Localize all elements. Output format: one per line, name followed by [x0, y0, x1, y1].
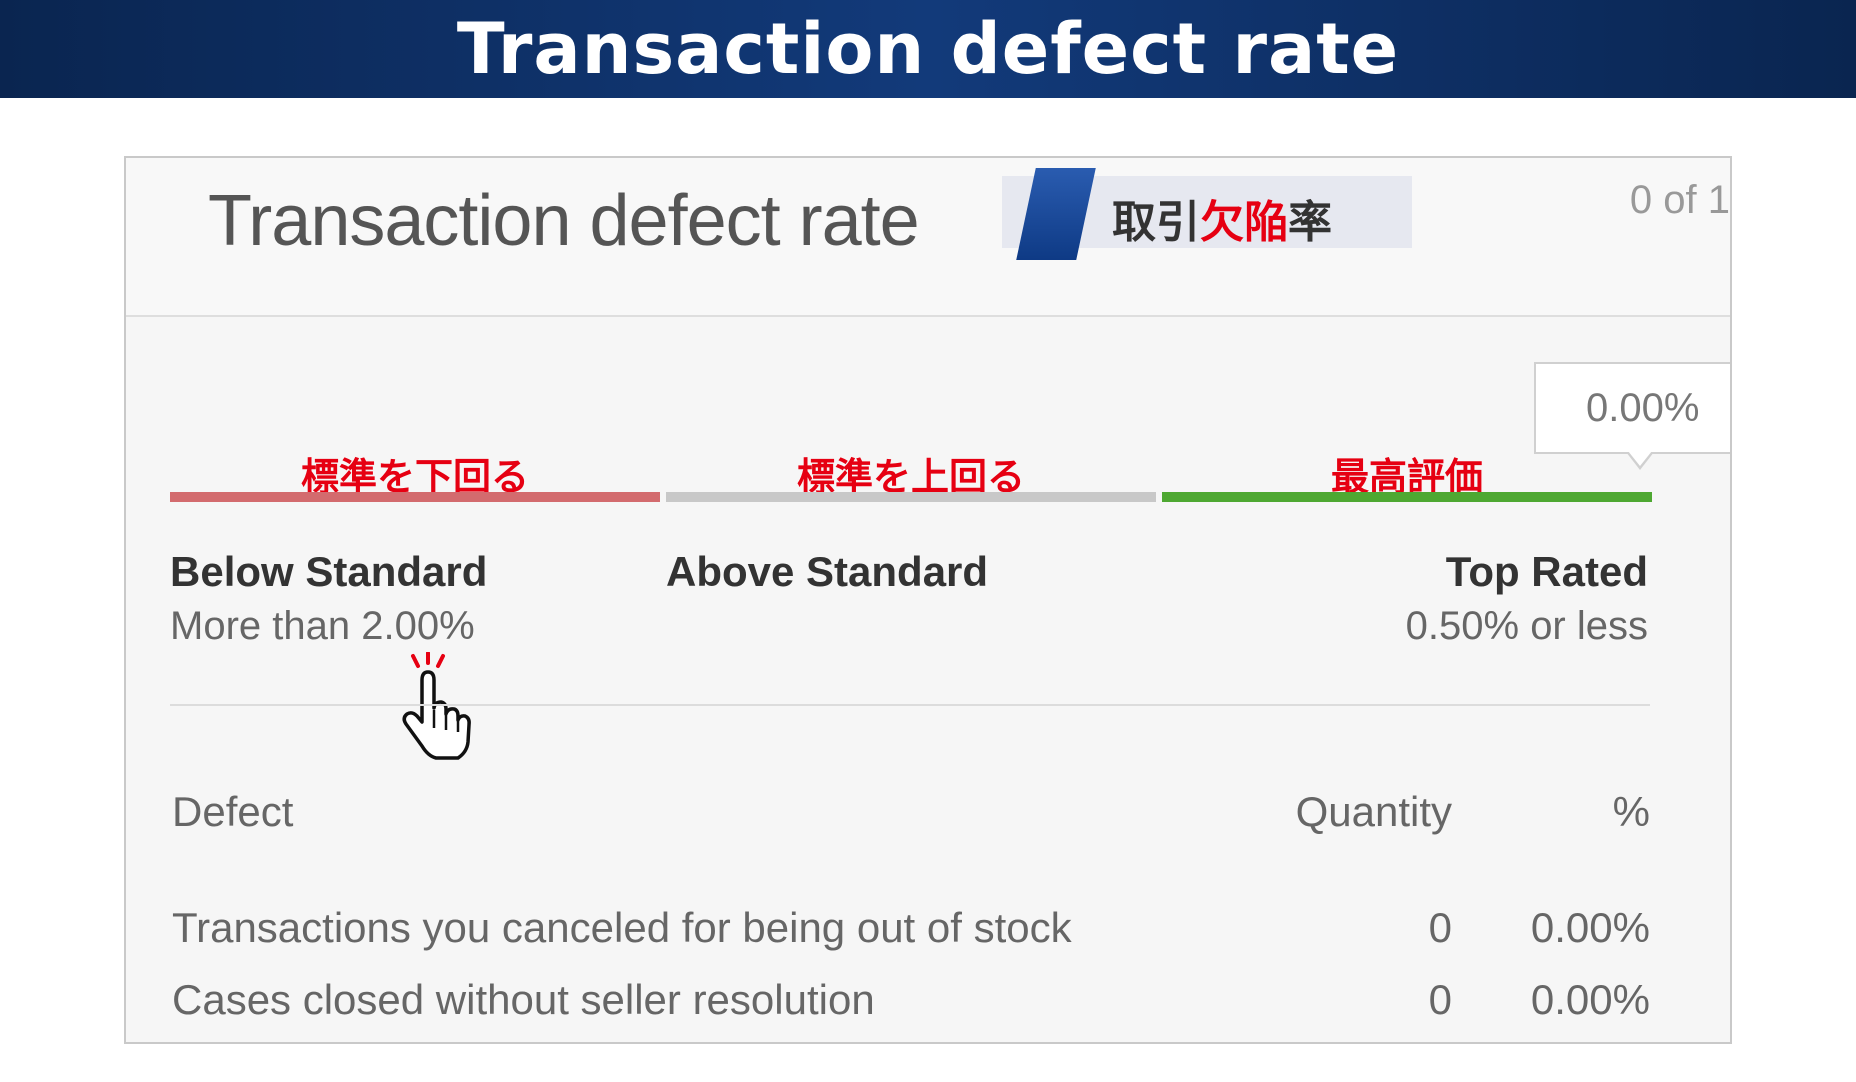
section-divider	[170, 704, 1650, 706]
row-defect-label: Transactions you canceled for being out …	[172, 904, 1072, 951]
tier-bar-top-rated	[1162, 492, 1652, 502]
column-header-defect: Defect	[172, 788, 294, 835]
jp-title-part3: 率	[1288, 197, 1332, 248]
tier-bar-above-standard	[666, 492, 1156, 502]
column-header-percent: %	[1612, 788, 1650, 835]
row-percent: 0.00%	[1530, 976, 1650, 1023]
row-percent: 0.00%	[1530, 904, 1650, 951]
tier-name-below-standard: Below Standard	[170, 548, 488, 595]
page-count: 0 of 1	[1629, 178, 1730, 222]
badge-accent-shape	[1016, 168, 1096, 260]
tier-name-above-standard: Above Standard	[666, 548, 989, 595]
panel-title: Transaction defect rate	[208, 181, 920, 261]
jp-title-part2: 欠陥	[1200, 197, 1288, 248]
tier-desc-below-standard: More than 2.00%	[170, 604, 475, 648]
row-quantity: 0	[1428, 904, 1452, 951]
tier-desc-top-rated: 0.50% or less	[1405, 604, 1648, 648]
hand-pointer-icon	[402, 652, 471, 760]
header-banner: Transaction defect rate	[0, 0, 1856, 98]
japanese-title: 取引欠陥率	[1112, 186, 1332, 250]
japanese-title-badge: 取引欠陥率	[1002, 168, 1412, 260]
tier-name-top-rated: Top Rated	[1445, 548, 1648, 595]
tier-bar-below-standard	[170, 492, 660, 502]
tooltip-value: 0.00%	[1586, 386, 1700, 430]
defect-rate-panel: Transaction defect rate 取引欠陥率 0 of 1 0.0…	[124, 156, 1732, 1044]
row-quantity: 0	[1428, 976, 1452, 1023]
current-value-tooltip: 0.00%	[1534, 362, 1730, 454]
jp-title-part1: 取引	[1112, 197, 1200, 248]
column-header-quantity: Quantity	[1295, 788, 1452, 835]
row-defect-label: Cases closed without seller resolution	[172, 976, 875, 1023]
panel-header: Transaction defect rate 取引欠陥率 0 of 1	[126, 158, 1730, 317]
banner-title: Transaction defect rate	[456, 8, 1400, 90]
